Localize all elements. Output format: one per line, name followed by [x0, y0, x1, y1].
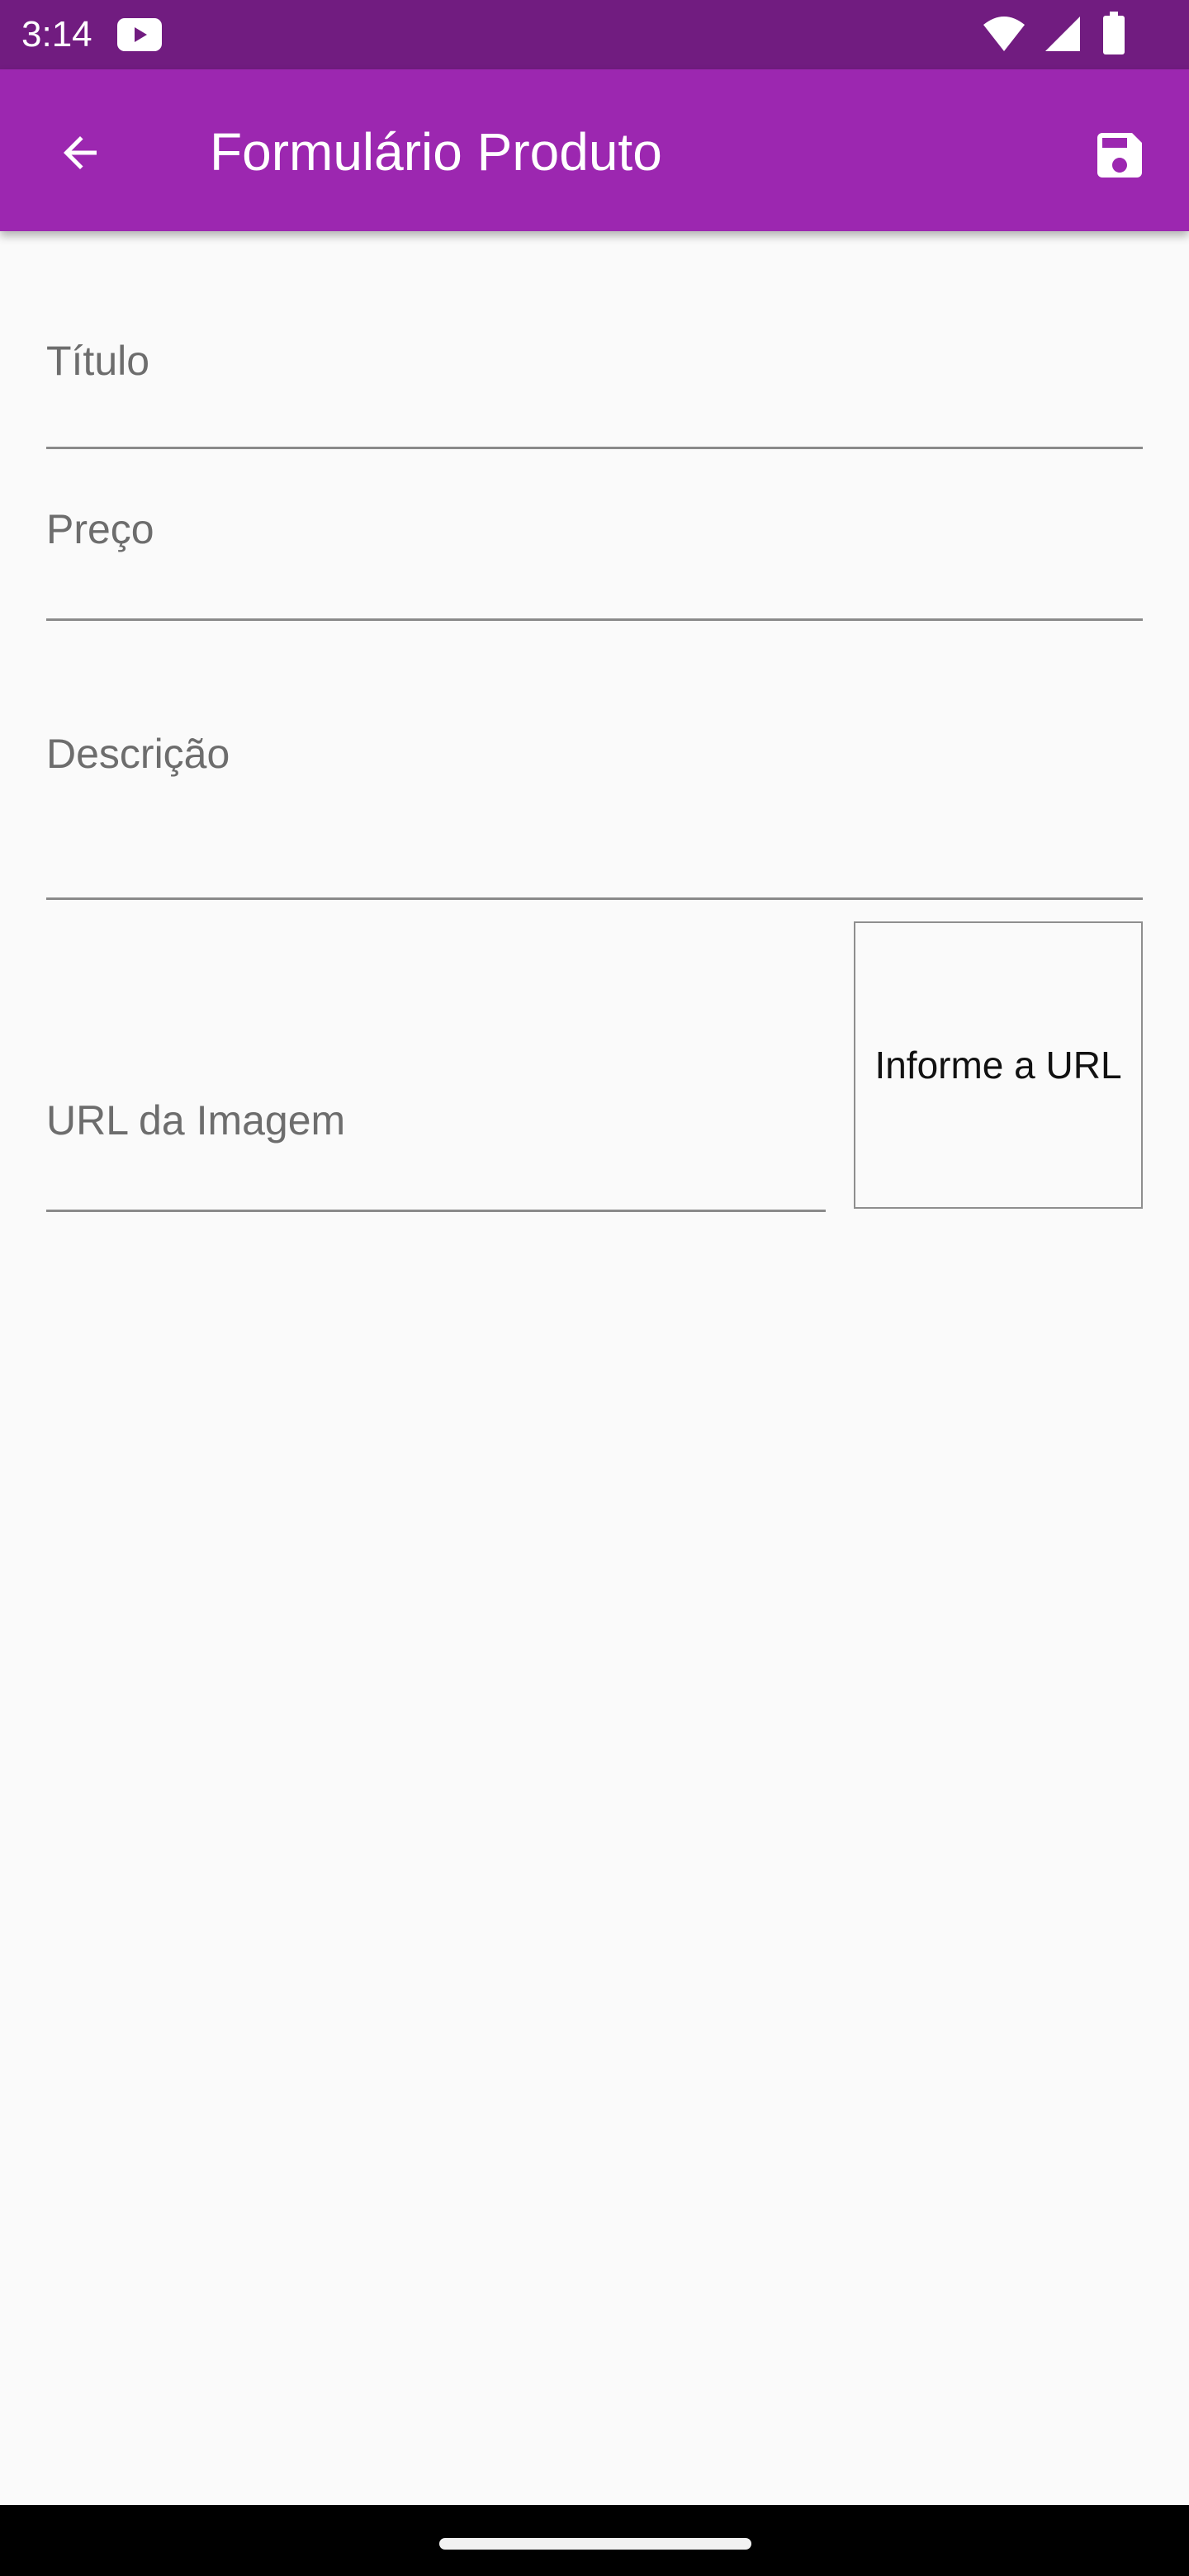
preco-field[interactable]: Preço — [46, 482, 1143, 621]
app-bar: Formulário Produto — [0, 69, 1189, 231]
descricao-field[interactable]: Descrição — [46, 679, 1143, 900]
page-title: Formulário Produto — [210, 122, 662, 182]
youtube-icon — [117, 18, 162, 51]
arrow-back-icon — [64, 136, 97, 169]
wifi-icon — [983, 17, 1025, 51]
titulo-field[interactable]: Título — [46, 314, 1143, 449]
navigation-bar — [0, 2505, 1189, 2576]
url-imagem-field[interactable]: URL da Imagem — [46, 1073, 826, 1212]
battery-icon — [1103, 12, 1125, 54]
status-time: 3:14 — [21, 14, 92, 54]
status-bar: 3:14 — [0, 0, 1189, 69]
url-imagem-label: URL da Imagem — [46, 1097, 346, 1144]
descricao-label: Descrição — [46, 731, 230, 777]
signal-icon — [1045, 17, 1080, 51]
titulo-label: Título — [46, 338, 150, 384]
preco-label: Preço — [46, 506, 154, 552]
save-floppy-icon — [1097, 133, 1142, 178]
image-preview: Informe a URL — [854, 921, 1143, 1209]
save-button[interactable] — [1080, 116, 1159, 195]
back-button[interactable] — [43, 116, 117, 190]
home-gesture-handle[interactable] — [439, 2538, 751, 2550]
